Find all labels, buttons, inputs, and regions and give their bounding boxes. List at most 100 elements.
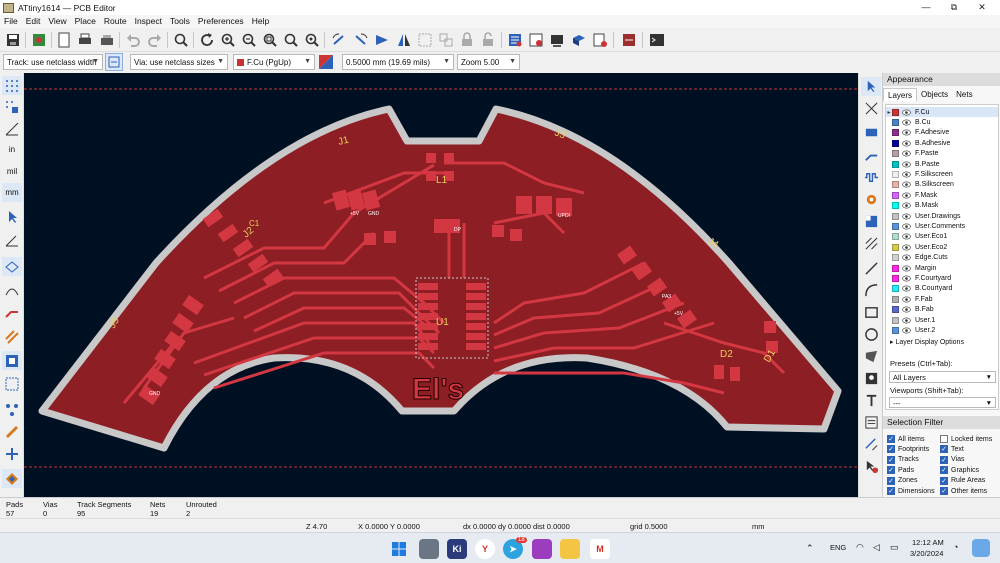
net-color-icon[interactable]: [2, 422, 22, 441]
filter-item[interactable]: ✓ Other items: [940, 487, 987, 495]
notification-bell-icon[interactable]: ◔: [953, 542, 958, 552]
clock-date[interactable]: 3/20/2024: [910, 549, 943, 558]
lock-icon[interactable]: [458, 31, 476, 49]
volume-icon[interactable]: ◁: [873, 542, 880, 553]
layer-row[interactable]: User.2: [886, 325, 998, 335]
visibility-eye-icon[interactable]: [902, 233, 911, 240]
layer-color-swatch[interactable]: [892, 171, 899, 179]
layer-color-swatch[interactable]: [892, 150, 899, 158]
tab-objects[interactable]: Objects: [917, 88, 952, 101]
layer-color-swatch[interactable]: [892, 306, 899, 314]
layer-color-swatch[interactable]: [892, 316, 899, 324]
minimize-button[interactable]: —: [912, 0, 940, 15]
layer-row[interactable]: F.Fab: [886, 294, 998, 304]
maximize-button[interactable]: ⧉: [940, 0, 968, 15]
menu-route[interactable]: Route: [100, 15, 131, 28]
yandex-browser-icon[interactable]: Y: [475, 539, 495, 559]
redo-icon[interactable]: [146, 31, 164, 49]
filter-item[interactable]: ✓ Vias: [940, 455, 965, 464]
grid-overrides-icon[interactable]: [2, 97, 22, 116]
layer-color-swatch[interactable]: [892, 119, 899, 127]
menu-preferences[interactable]: Preferences: [194, 15, 248, 28]
via-size-select[interactable]: Via: use netclass sizes ▼: [130, 54, 228, 70]
layer-color-swatch[interactable]: [892, 181, 899, 189]
zoom-select[interactable]: Zoom 5.00 ▼: [457, 54, 520, 70]
layer-color-swatch[interactable]: [892, 295, 899, 303]
task-view-icon[interactable]: [419, 539, 439, 559]
visibility-eye-icon[interactable]: [902, 275, 911, 282]
tray-expand-icon[interactable]: ⌃: [806, 543, 814, 554]
select-icon[interactable]: [861, 77, 881, 96]
visibility-eye-icon[interactable]: [902, 192, 911, 199]
menu-edit[interactable]: Edit: [22, 15, 45, 28]
layer-color-swatch[interactable]: [892, 327, 899, 335]
mm-icon[interactable]: mm: [2, 183, 22, 202]
filter-checkbox[interactable]: ✓: [940, 487, 948, 495]
ratsnest-icon[interactable]: [2, 257, 22, 276]
draw-polygon-icon[interactable]: [861, 347, 881, 366]
add-footprint-icon[interactable]: [861, 123, 881, 142]
gmail-icon[interactable]: M: [590, 539, 610, 559]
visibility-eye-icon[interactable]: [902, 306, 911, 313]
drc-icon[interactable]: [591, 31, 609, 49]
layer-color-swatch[interactable]: [892, 129, 899, 137]
visibility-eye-icon[interactable]: [902, 140, 911, 147]
footprint-update-icon[interactable]: [527, 31, 545, 49]
layer-row[interactable]: F.Courtyard: [886, 273, 998, 283]
unlock-icon[interactable]: [479, 31, 497, 49]
menu-file[interactable]: File: [0, 15, 22, 28]
menu-inspect[interactable]: Inspect: [131, 15, 166, 28]
filter-item[interactable]: ✓ Footprints: [887, 445, 929, 454]
filter-item[interactable]: ✓ Rule Areas: [940, 476, 985, 485]
menu-view[interactable]: View: [44, 15, 70, 28]
filter-checkbox[interactable]: ✓: [887, 466, 895, 475]
zoom-in-icon[interactable]: [219, 31, 237, 49]
file-explorer-icon[interactable]: [560, 539, 580, 559]
tab-layers[interactable]: Layers: [883, 88, 918, 101]
filter-checkbox[interactable]: [940, 435, 948, 443]
visibility-eye-icon[interactable]: [902, 327, 911, 334]
filter-checkbox[interactable]: ✓: [940, 445, 948, 454]
mirror-icon[interactable]: [395, 31, 413, 49]
visibility-eye-icon[interactable]: [902, 244, 911, 251]
auto-track-width-icon[interactable]: [105, 53, 123, 71]
3d-viewer-icon[interactable]: [570, 31, 588, 49]
layer-color-swatch[interactable]: [892, 243, 899, 251]
rotate-ccw-icon[interactable]: [330, 31, 348, 49]
layer-row[interactable]: User.Drawings: [886, 211, 998, 221]
unfilled-zones-icon[interactable]: [2, 351, 22, 370]
layer-row[interactable]: B.Cu: [886, 117, 998, 127]
visibility-eye-icon[interactable]: [902, 109, 911, 116]
filter-item[interactable]: ✓ Text: [940, 445, 964, 454]
filter-checkbox[interactable]: ✓: [887, 487, 895, 495]
print-icon[interactable]: [76, 31, 94, 49]
delete-tool-icon[interactable]: [861, 457, 881, 476]
route-track-icon[interactable]: [861, 146, 881, 165]
layer-row[interactable]: F.Silkscreen: [886, 169, 998, 179]
tune-length-icon[interactable]: [861, 168, 881, 187]
find-icon[interactable]: [172, 31, 190, 49]
fill-zones-icon[interactable]: [2, 327, 22, 346]
visibility-eye-icon[interactable]: [902, 254, 911, 261]
layer-row[interactable]: F.Mask: [886, 190, 998, 200]
zoom-out-icon[interactable]: [240, 31, 258, 49]
filter-checkbox[interactable]: ✓: [887, 455, 895, 464]
filter-checkbox[interactable]: ✓: [940, 455, 948, 464]
visibility-eye-icon[interactable]: [902, 161, 911, 168]
layer-row[interactable]: User.Comments: [886, 221, 998, 231]
layer-display-options[interactable]: ▸ Layer Display Options: [890, 338, 964, 346]
snipping-tool-icon[interactable]: [532, 539, 552, 559]
layer-select[interactable]: F.Cu (PgUp) ▼: [233, 54, 315, 70]
visibility-eye-icon[interactable]: [902, 129, 911, 136]
pcb-canvas[interactable]: J1 J2 J3 J4 J5 D1 D2 U1 L1 C1 +5V GND DP…: [24, 73, 858, 497]
kicad-app-icon[interactable]: Ki: [447, 539, 467, 559]
tab-nets[interactable]: Nets: [952, 88, 976, 101]
footprint-editor-icon[interactable]: [548, 31, 566, 49]
layer-row[interactable]: F.Adhesive: [886, 128, 998, 138]
highlight-icon[interactable]: [2, 444, 22, 463]
angle-icon[interactable]: [2, 230, 22, 249]
group-icon[interactable]: [416, 31, 434, 49]
plot-icon[interactable]: [98, 31, 116, 49]
local-ratsnest-icon[interactable]: [861, 99, 881, 118]
layer-color-swatch[interactable]: [892, 233, 899, 241]
